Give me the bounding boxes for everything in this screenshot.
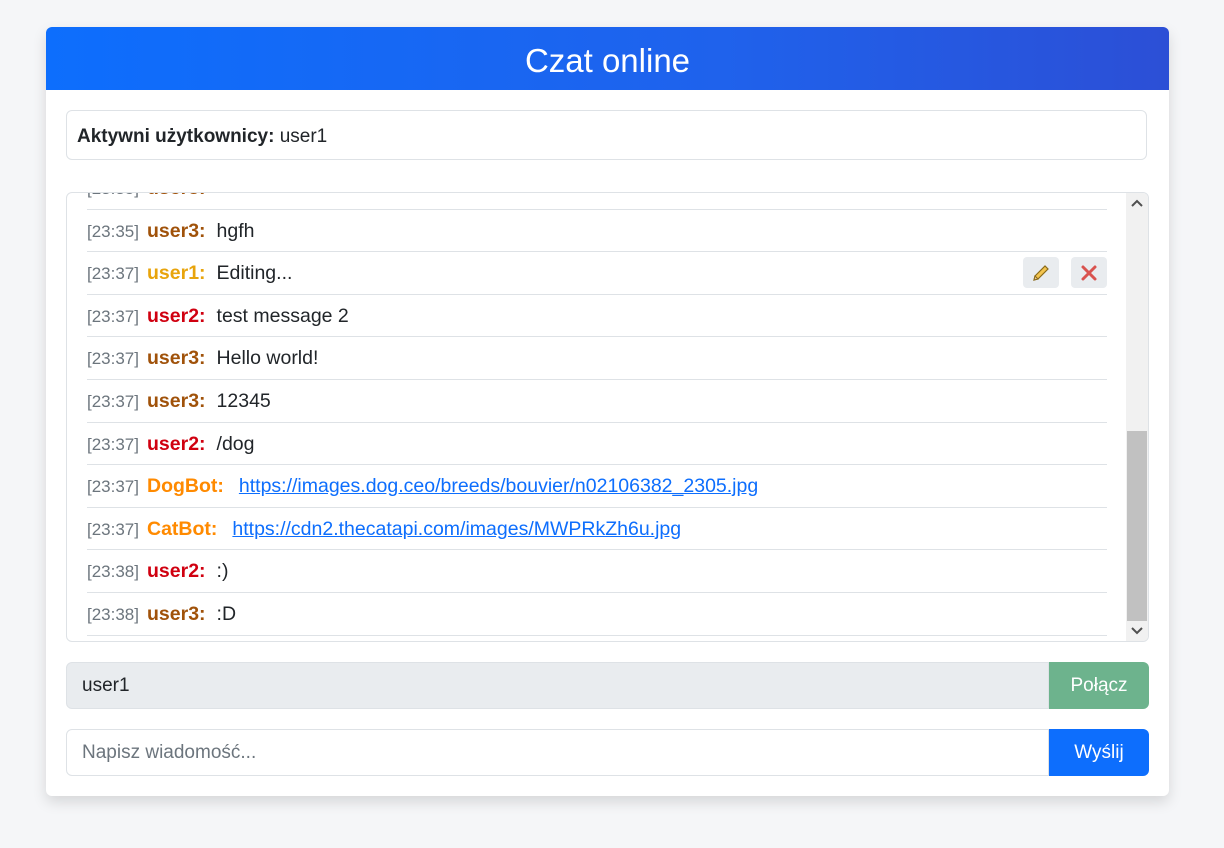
message-text: Editing... — [216, 262, 293, 285]
message-row: [23:38] user2::) — [87, 550, 1107, 593]
message-author: user3: — [147, 219, 206, 242]
username-row: user1 Połącz — [66, 662, 1149, 709]
message-input[interactable] — [66, 729, 1049, 776]
message-text: test message 2 — [216, 304, 349, 327]
message-actions — [1023, 257, 1107, 289]
message-row: [23:37] DogBot: https://images.dog.ceo/bre… — [87, 465, 1107, 508]
message-row: [23:37] user3: Hello world! — [87, 337, 1107, 380]
message-time: [23:38] — [87, 604, 139, 624]
message-text: :D — [216, 602, 237, 625]
message-text: hgfh — [216, 219, 255, 242]
message-row: [23:35] user3: — [87, 193, 1107, 210]
message-text: 12345 — [216, 389, 271, 412]
message-time: [23:38] — [87, 562, 139, 582]
message-text: Hello world! — [216, 347, 319, 370]
message-time: [23:37] — [87, 264, 139, 284]
message-author: user2: — [147, 432, 206, 455]
close-icon — [1081, 265, 1097, 281]
message-text: /dog — [216, 432, 255, 455]
scrollbar-thumb[interactable] — [1127, 431, 1147, 621]
send-button[interactable]: Wyślij — [1049, 729, 1149, 776]
message-row: [23:38] user3: :D — [87, 593, 1107, 636]
chat-card: Czat online Aktywni użytkownicy: user1 [… — [46, 27, 1169, 796]
message-time: [23:35] — [87, 193, 139, 198]
message-author: user3: — [147, 602, 206, 625]
message-time: [23:37] — [87, 349, 139, 369]
message-author: user3: — [147, 389, 206, 412]
delete-message-button[interactable] — [1071, 257, 1107, 289]
scroll-down-icon[interactable] — [1126, 621, 1148, 641]
message-author: user3: — [147, 347, 206, 370]
pencil-icon — [1033, 264, 1049, 281]
message-author: user3: — [147, 193, 206, 199]
message-time: [23:35] — [87, 221, 139, 241]
message-row: [23:35] user3: hgfh — [87, 210, 1107, 253]
message-author: DogBot: — [147, 475, 224, 498]
message-link[interactable]: https://cdn2.thecatapi.com/images/MWPRkZ… — [232, 518, 681, 540]
message-text: :) — [216, 560, 229, 583]
message-link[interactable]: https://images.dog.ceo/breeds/bouvier/n0… — [239, 475, 758, 497]
message-list: [23:35] user3: [23:35] user3: hgfh [23:37] use… — [87, 193, 1107, 636]
message-time: [23:37] — [87, 391, 139, 411]
message-time: [23:37] — [87, 519, 139, 539]
page-title: Czat online — [46, 27, 1169, 90]
message-row: [23:37] user2: /dog — [87, 423, 1107, 466]
message-author: CatBot: — [147, 517, 218, 540]
active-users-panel: Aktywni użytkownicy: user1 — [66, 110, 1147, 160]
message-list-panel[interactable]: [23:35] user3: [23:35] user3: hgfh [23:37] use… — [66, 192, 1149, 642]
active-users-label: Aktywni użytkownicy: — [77, 126, 275, 147]
message-time: [23:37] — [87, 434, 139, 454]
message-time: [23:37] — [87, 306, 139, 326]
edit-message-button[interactable] — [1023, 257, 1059, 289]
message-row: [23:37] user1: Editing... — [87, 252, 1107, 295]
connect-button[interactable]: Połącz — [1049, 662, 1149, 709]
scroll-up-icon[interactable] — [1126, 193, 1148, 213]
message-row: [23:37] user2: test message 2 — [87, 295, 1107, 338]
active-users-value: user1 — [279, 126, 328, 147]
message-author: user2: — [147, 304, 206, 327]
message-row: [23:37] CatBot: https://cdn2.thecatapi.com… — [87, 508, 1107, 551]
message-author: user1: — [147, 262, 206, 285]
message-author: user2: — [147, 560, 206, 583]
message-row: Wyślij — [66, 729, 1149, 776]
username-input[interactable]: user1 — [66, 662, 1049, 709]
message-row: [23:37] user3: 12345 — [87, 380, 1107, 423]
scrollbar[interactable] — [1126, 193, 1148, 641]
message-time: [23:37] — [87, 477, 139, 497]
